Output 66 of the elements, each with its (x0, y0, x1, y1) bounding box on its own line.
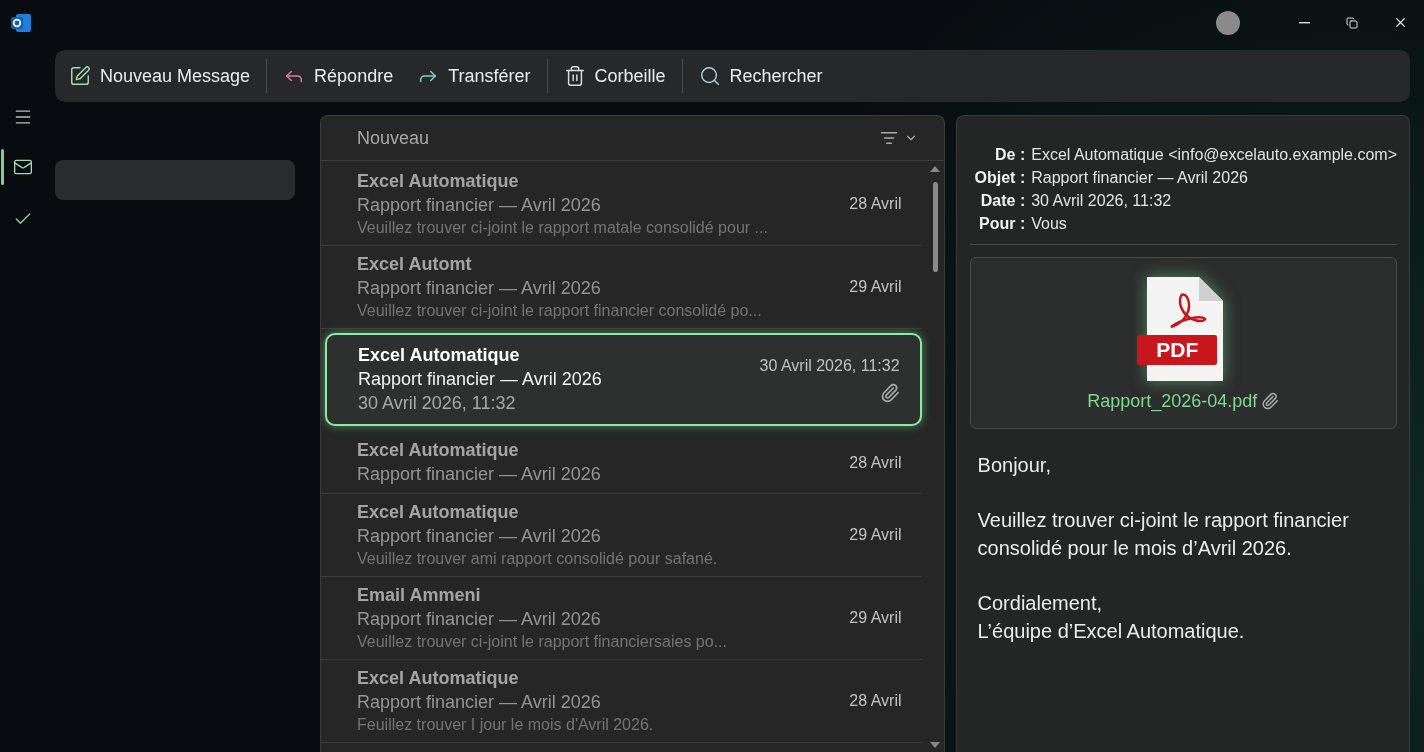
trash-icon (563, 65, 586, 87)
header-value: Excel Automatique <info@excelauto.example.com> (1031, 146, 1397, 164)
sender-name: Email Ammeni (357, 585, 482, 606)
message-item[interactable]: Email Ammeni Rapport financier — Avril 2026 Veuillez trouver ci-joint le rapport financiersaies po... 29 Avril (321, 577, 922, 660)
header-value: Vous (1031, 215, 1068, 233)
sender-name: Excel Automatique (357, 502, 520, 523)
header-label: Date : (979, 192, 1026, 210)
message-date: 29 Avril (849, 609, 902, 627)
sender-name: Excel Automatique (358, 345, 521, 366)
forward-button[interactable]: Transférer (413, 59, 535, 93)
message-date: 28 Avril (849, 453, 902, 472)
filter-icon (879, 129, 898, 147)
message-date: 28 Avril (849, 692, 902, 710)
sender-name: Excel Automt (357, 254, 473, 275)
message-subject: Rapport financier — Avril 2026 (357, 278, 602, 299)
message-item[interactable]: Excel Automatique Rapport financier — Avril 2026 30 Avril 2026, 11:32 30 Avril 2026, 11:32 (325, 333, 922, 426)
message-item[interactable]: Excel Automt Rapport financier — Avril 2026 Veuillez trouver ci-joint le rapport financier consolidé po... 29 Avril (321, 246, 922, 329)
new-button[interactable]: Nouveau Message (65, 59, 255, 93)
message-subject: Rapport financier — Avril 2026 (357, 526, 602, 547)
minimize-icon (1298, 21, 1310, 24)
message-preview: 30 Avril 2026, 11:32 (358, 393, 517, 414)
message-subject: Rapport financier — Avril 2026 (357, 609, 602, 630)
header-label: Objet : (974, 169, 1026, 187)
attachment-name[interactable]: Rapport_2026-04.pdf (1087, 390, 1258, 412)
sender-name: Excel Automatique (357, 171, 520, 192)
message-subject: Rapport financier — Avril 2026 (357, 692, 602, 713)
message-preview: Veuillez trouver ci-joint le rapport financier consolidé po... (357, 302, 763, 320)
header-label: Pour : (978, 215, 1026, 233)
message-paragraph: Bonjour, (977, 453, 1052, 478)
mail-icon[interactable] (12, 157, 33, 177)
scrollbar[interactable] (929, 166, 940, 748)
message-item[interactable]: Excel Automatique Rapport financier — Avril 2026 Veuillez trouver ci-joint le rapport matale consolidé pour ... 28 Avril (321, 163, 922, 246)
sender-name: Excel Automatique (357, 440, 520, 461)
app-logo-icon (10, 11, 32, 34)
delete-button[interactable]: Corbeille (559, 59, 670, 93)
message-preview: Veuillez trouver ci-joint le rapport matale consolidé pour ... (357, 219, 769, 237)
header-value: 30 Avril 2026, 11:32 (1031, 192, 1173, 210)
search-button[interactable]: Rechercher (694, 59, 827, 93)
message-subject: Rapport financier — Avril 2026 (358, 369, 603, 390)
message-date: 29 Avril (849, 526, 902, 544)
restore-icon (1346, 16, 1358, 29)
message-preview: Veuillez trouver ci-joint le rapport financiersaies po... (357, 633, 728, 651)
filter-button[interactable] (879, 129, 918, 147)
paperclip-icon (1261, 392, 1280, 410)
message-paragraph: Veuillez trouver ci-joint le rapport financier consolidé pour le mois d’Avril 2026. (977, 508, 1350, 561)
message-subject: Rapport financier — Avril 2026 (357, 195, 602, 216)
message-item[interactable]: Excel Automatique Rapport financier — Avril 2026 Veuillez trouver ami rapport consolidé pour safané. 29 Avril (321, 494, 922, 577)
list-heading: Nouveau (357, 127, 431, 149)
message-preview: Feuillez trouver I jour le mois d'Avril 2026. (357, 716, 655, 734)
message-subject: Rapport financier — Avril 2026 (357, 464, 602, 485)
attachment-card[interactable]: PDF Rapport_2026-04.pdf (969, 257, 1397, 429)
reply-button[interactable]: Répondre (279, 59, 398, 93)
message-date: 28 Avril (849, 195, 902, 213)
message-paragraph: Cordialement, L’équipe d’Excel Automatique. (977, 591, 1246, 644)
header-value: Rapport financier — Avril 2026 (1031, 169, 1249, 187)
message-date: 30 Avril 2026, 11:32 (759, 356, 900, 375)
message-item[interactable]: Excel Automatique Rapport financier — Avril 2026 Feuillez trouver I jour le mois d'Avril 2026. 28 Avril (321, 660, 922, 743)
message-preview: Veuillez trouver ami rapport consolidé pour safané. (357, 550, 719, 568)
sender-name: Excel Automatique (357, 668, 520, 689)
avatar[interactable] (1216, 10, 1240, 35)
search-icon (698, 65, 721, 87)
message-item[interactable]: Excel Automatique Rapport financier — Avril 2026 28 Avril (321, 432, 922, 494)
header-label: De : (994, 146, 1026, 164)
compose-icon (69, 65, 91, 87)
message-date: 29 Avril (849, 278, 902, 296)
pdf-badge: PDF (1137, 334, 1218, 365)
